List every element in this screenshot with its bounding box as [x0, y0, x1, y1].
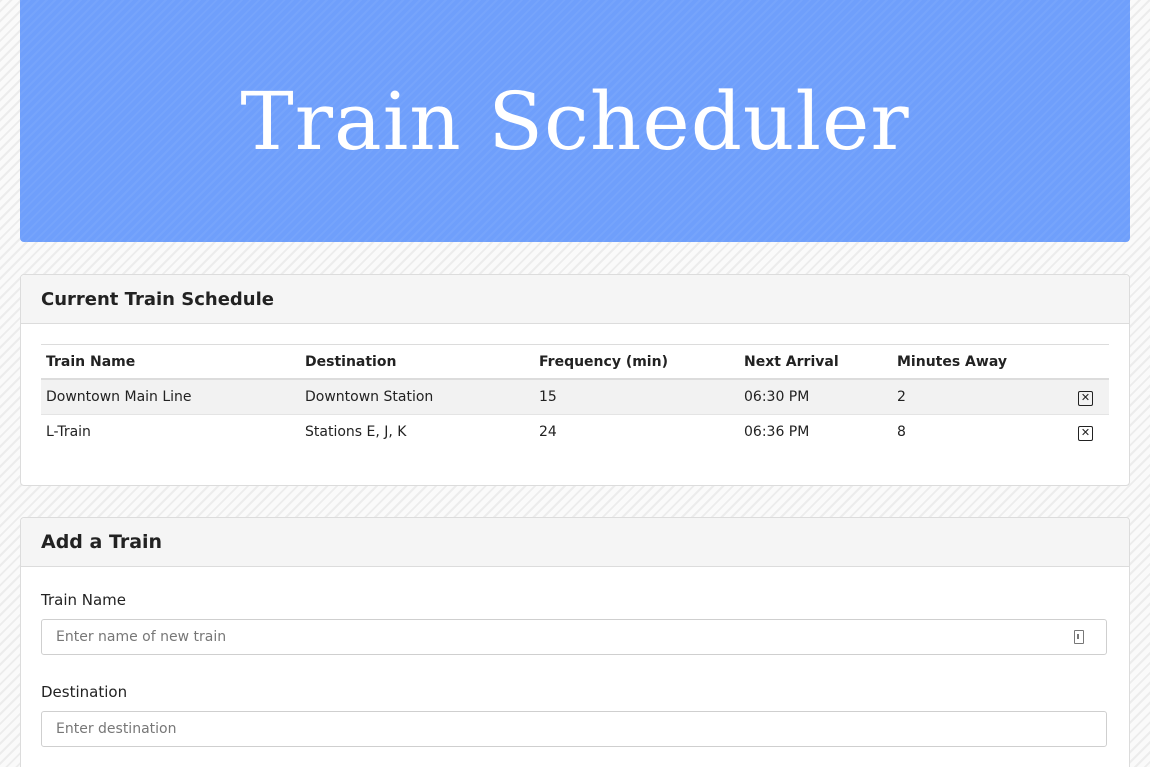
column-header-frequency: Frequency (min) — [534, 344, 739, 380]
cell-remove: ✕ — [1052, 415, 1109, 450]
page-title: Train Scheduler — [240, 74, 910, 168]
train-name-field[interactable] — [41, 619, 1107, 655]
cell-destination: Stations E, J, K — [305, 424, 407, 440]
cell-train-name: Downtown Main Line — [41, 379, 300, 415]
column-header-remove — [1052, 344, 1109, 380]
cell-minutes-away: 2 — [892, 379, 1052, 415]
schedule-panel-header: Current Train Schedule — [21, 275, 1129, 324]
add-train-panel-header: Add a Train — [21, 518, 1129, 567]
column-header-next-arrival: Next Arrival — [739, 344, 892, 380]
schedule-table: Train Name Destination Frequency (min) N… — [41, 344, 1109, 449]
train-name-label: Train Name — [41, 591, 127, 609]
cell-remove: ✕ — [1052, 379, 1109, 415]
add-train-panel-title: Add a Train — [41, 531, 163, 553]
destination-label: Destination — [41, 683, 128, 701]
add-train-panel: Add a Train Train Name Destination — [20, 517, 1130, 767]
add-train-form: Train Name Destination — [21, 567, 1129, 767]
destination-group: Destination — [41, 683, 1109, 747]
schedule-panel: Current Train Schedule Train Name Destin… — [20, 274, 1130, 486]
train-name-group: Train Name — [41, 591, 1109, 655]
close-box-icon[interactable]: ✕ — [1078, 425, 1093, 441]
cell-minutes-away: 8 — [897, 424, 906, 440]
column-header-minutes-away: Minutes Away — [892, 344, 1052, 380]
table-header-row: Train Name Destination Frequency (min) N… — [41, 344, 1109, 380]
header-banner: Train Scheduler — [20, 0, 1130, 242]
cell-frequency: 15 — [534, 379, 739, 415]
destination-input[interactable] — [54, 720, 1094, 738]
cell-destination: Downtown Station — [300, 379, 534, 415]
autofill-icon[interactable] — [1074, 630, 1084, 644]
train-name-input[interactable] — [54, 628, 1094, 646]
table-row: Downtown Main Line Downtown Station 15 0… — [41, 379, 1109, 415]
table-row: L-Train Stations E, J, K 24 06:36 PM 8 ✕ — [41, 415, 1109, 450]
schedule-panel-title: Current Train Schedule — [41, 288, 274, 310]
cell-frequency: 24 — [539, 424, 557, 440]
schedule-panel-body: Train Name Destination Frequency (min) N… — [21, 324, 1129, 469]
column-header-train-name: Train Name — [41, 344, 300, 380]
close-box-icon[interactable]: ✕ — [1078, 390, 1093, 406]
cell-next-arrival: 06:36 PM — [744, 424, 810, 440]
cell-next-arrival: 06:30 PM — [739, 379, 892, 415]
column-header-destination: Destination — [300, 344, 534, 380]
cell-train-name: L-Train — [46, 424, 91, 440]
destination-field[interactable] — [41, 711, 1107, 747]
